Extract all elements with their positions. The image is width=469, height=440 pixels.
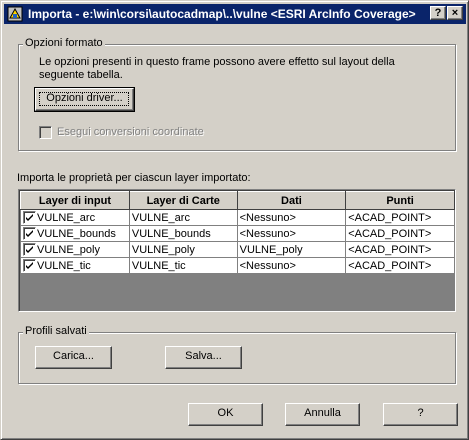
header-row: Layer di input Layer di Carte Dati Punti: [20, 191, 455, 210]
driver-options-label: Opzioni driver...: [46, 92, 123, 104]
checkmark-icon: [26, 214, 33, 221]
coord-conversion-label: Esegui conversioni coordinate: [57, 126, 204, 138]
ok-button[interactable]: OK: [188, 403, 263, 426]
cell-carte[interactable]: VULNE_arc: [128, 209, 238, 226]
close-icon: ×: [451, 7, 459, 19]
coord-conversion-checkbox[interactable]: [39, 126, 52, 139]
help-label: ?: [417, 407, 424, 419]
title-bar[interactable]: Importa - e:\win\corsi\autocadmap\..\vul…: [4, 4, 466, 24]
row-checkbox[interactable]: [23, 227, 36, 240]
table-row[interactable]: VULNE_tic VULNE_tic <Nessuno> <ACAD_POIN…: [20, 257, 455, 274]
layer-input-name: VULNE_poly: [37, 243, 100, 256]
checkmark-icon: [26, 262, 33, 269]
row-checkbox[interactable]: [23, 243, 36, 256]
load-profile-button[interactable]: Carica...: [35, 346, 112, 369]
cell-carte[interactable]: VULNE_tic: [128, 257, 238, 274]
window-title: Importa - e:\win\corsi\autocadmap\..\vul…: [28, 7, 416, 21]
table-row[interactable]: VULNE_bounds VULNE_bounds <Nessuno> <ACA…: [20, 225, 455, 242]
cell-punti[interactable]: <ACAD_POINT>: [345, 241, 455, 258]
column-header-input[interactable]: Layer di input: [20, 191, 130, 210]
cell-input[interactable]: VULNE_tic: [20, 257, 130, 274]
format-description-line1: Le opzioni presenti in questo frame poss…: [39, 56, 395, 68]
cell-input[interactable]: VULNE_poly: [20, 241, 130, 258]
help-title-button[interactable]: ?: [430, 6, 446, 20]
driver-options-button[interactable]: Opzioni driver...: [34, 87, 135, 112]
save-profile-label: Salva...: [185, 350, 222, 362]
app-icon: [7, 6, 23, 22]
close-button[interactable]: ×: [447, 6, 463, 20]
cell-dati[interactable]: <Nessuno>: [236, 209, 347, 226]
help-button[interactable]: ?: [383, 403, 458, 426]
cancel-label: Annulla: [304, 407, 341, 419]
layers-intro-label: Importa le proprietà per ciascun layer i…: [17, 172, 251, 184]
layers-table: Layer di input Layer di Carte Dati Punti…: [20, 191, 455, 274]
saved-profiles-label: Profili salvati: [23, 325, 89, 337]
column-header-carte[interactable]: Layer di Carte: [128, 191, 238, 210]
cancel-button[interactable]: Annulla: [285, 403, 360, 426]
checkmark-icon: [26, 246, 33, 253]
format-description-line2: seguente tabella.: [39, 69, 123, 81]
cell-dati[interactable]: VULNE_poly: [236, 241, 347, 258]
cell-dati[interactable]: <Nessuno>: [236, 225, 347, 242]
column-header-dati[interactable]: Dati: [236, 191, 347, 210]
import-dialog: Importa - e:\win\corsi\autocadmap\..\vul…: [0, 0, 469, 440]
checkmark-icon: [26, 230, 33, 237]
load-profile-label: Carica...: [53, 350, 94, 362]
layer-input-name: VULNE_tic: [37, 259, 91, 272]
format-options-label: Opzioni formato: [23, 37, 105, 49]
row-checkbox[interactable]: [23, 211, 36, 224]
ok-label: OK: [217, 407, 234, 419]
layers-grid[interactable]: Layer di input Layer di Carte Dati Punti…: [18, 189, 456, 312]
row-checkbox[interactable]: [23, 259, 36, 272]
layer-input-name: VULNE_arc: [37, 211, 96, 224]
help-glyph: ?: [434, 7, 442, 19]
cell-carte[interactable]: VULNE_poly: [128, 241, 238, 258]
table-row[interactable]: VULNE_arc VULNE_arc <Nessuno> <ACAD_POIN…: [20, 209, 455, 226]
layer-input-name: VULNE_bounds: [37, 227, 116, 240]
cell-dati[interactable]: <Nessuno>: [236, 257, 347, 274]
cell-carte[interactable]: VULNE_bounds: [128, 225, 238, 242]
table-row[interactable]: VULNE_poly VULNE_poly VULNE_poly <ACAD_P…: [20, 241, 455, 258]
cell-input[interactable]: VULNE_arc: [20, 209, 130, 226]
cell-input[interactable]: VULNE_bounds: [20, 225, 130, 242]
cell-punti[interactable]: <ACAD_POINT>: [345, 257, 455, 274]
cell-punti[interactable]: <ACAD_POINT>: [345, 225, 455, 242]
cell-punti[interactable]: <ACAD_POINT>: [345, 209, 455, 226]
column-header-punti[interactable]: Punti: [345, 191, 455, 210]
save-profile-button[interactable]: Salva...: [165, 346, 242, 369]
